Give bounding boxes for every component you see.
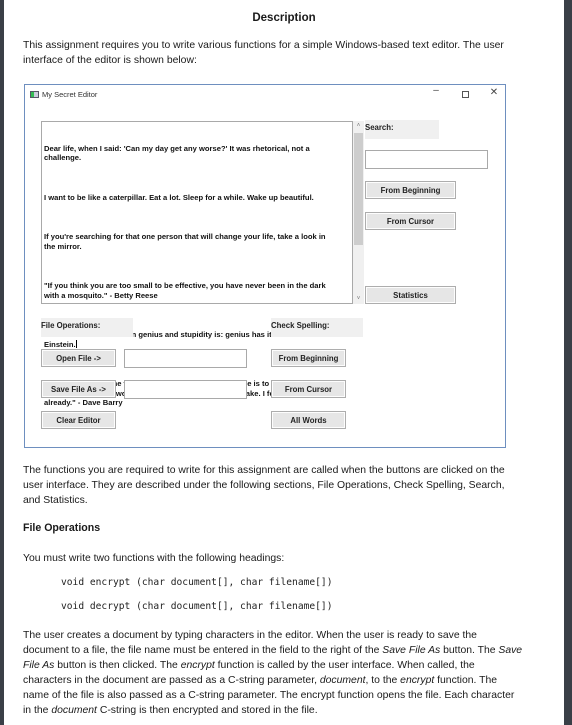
headings-intro: You must write two functions with the fo… [23, 553, 285, 564]
vertical-scrollbar[interactable]: ˄ ˅ [353, 121, 364, 304]
file-operations-label: File Operations: [41, 318, 133, 337]
text-run: , to the [365, 675, 401, 686]
check-spelling-label: Check Spelling: [271, 318, 363, 337]
document-page: Description This assignment requires you… [4, 0, 564, 725]
search-from-beginning-button[interactable]: From Beginning [365, 181, 456, 199]
text-caret [75, 339, 77, 348]
search-label: Search: [365, 120, 439, 139]
scroll-down-icon[interactable]: ˅ [353, 294, 364, 304]
open-file-input[interactable] [124, 349, 247, 368]
minimize-icon[interactable]: – [429, 85, 443, 96]
open-file-button[interactable]: Open File -> [41, 349, 116, 367]
text-run: C-string is then encrypted and stored in… [96, 705, 318, 716]
window-title: My Secret Editor [42, 90, 98, 99]
spell-from-beginning-button[interactable]: From Beginning [271, 349, 346, 367]
emphasis: encrypt [400, 675, 435, 686]
functions-paragraph: The functions you are required to write … [23, 465, 505, 506]
scroll-thumb[interactable] [354, 133, 363, 245]
emphasis: encrypt [180, 660, 215, 671]
save-file-input[interactable] [124, 380, 247, 399]
maximize-icon[interactable] [458, 87, 472, 101]
text-run: button is then clicked. The [54, 660, 181, 671]
emphasis: Save File As [382, 645, 441, 656]
file-operations-heading: File Operations [23, 522, 101, 534]
editor-window: My Secret Editor – ✕ Dear life, when I s… [24, 84, 506, 448]
emphasis: document [319, 675, 366, 686]
code-decrypt: void decrypt (char document[], char file… [61, 601, 333, 612]
statistics-button[interactable]: Statistics [365, 286, 456, 304]
app-icon [30, 91, 39, 98]
editor-textarea[interactable]: Dear life, when I said: 'Can my day get … [41, 121, 364, 407]
search-input[interactable] [365, 150, 488, 169]
close-icon[interactable]: ✕ [487, 87, 501, 98]
editor-paragraph: If you're searching for that one person … [44, 231, 328, 251]
search-from-cursor-button[interactable]: From Cursor [365, 212, 456, 230]
editor-paragraph: I want to be like a caterpillar. Eat a l… [44, 192, 314, 202]
spell-from-cursor-button[interactable]: From Cursor [271, 380, 346, 398]
save-file-as-button[interactable]: Save File As -> [41, 380, 116, 398]
code-encrypt: void encrypt (char document[], char file… [61, 577, 333, 588]
spell-all-words-button[interactable]: All Words [271, 411, 346, 429]
intro-paragraph: This assignment requires you to write va… [23, 40, 504, 66]
text-run: button. The [440, 645, 499, 656]
user-paragraph: The user creates a document by typing ch… [23, 628, 523, 718]
editor-paragraph: Dear life, when I said: 'Can my day get … [44, 143, 312, 163]
scroll-up-icon[interactable]: ˄ [353, 121, 364, 131]
clear-editor-button[interactable]: Clear Editor [41, 411, 116, 429]
title-bar: My Secret Editor – ✕ [25, 85, 505, 107]
editor-paragraph: "If you think you are too small to be ef… [44, 280, 328, 300]
emphasis: document [51, 705, 97, 716]
document-title: Description [252, 12, 316, 24]
